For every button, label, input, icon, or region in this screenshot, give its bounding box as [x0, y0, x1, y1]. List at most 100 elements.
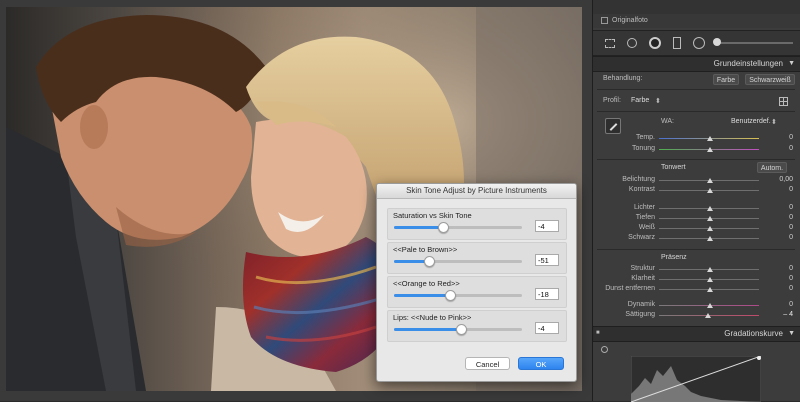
slider-fill [394, 294, 451, 297]
klarheit-value[interactable]: 0 [789, 275, 793, 282]
redeye-icon[interactable] [649, 37, 661, 49]
tonung-value[interactable]: 0 [789, 145, 793, 152]
slider-label: Lips: <<Nude to Pink>> [393, 313, 472, 322]
belichtung-label: Belichtung [622, 176, 655, 183]
slider-value-input[interactable]: -51 [535, 254, 559, 266]
saettigung-slider-knob[interactable] [705, 313, 711, 318]
dropdown-arrow-icon[interactable]: ⬍ [771, 118, 777, 126]
slider-group-orange-red: <<Orange to Red>> -18 [387, 276, 567, 308]
dynamik-slider-knob[interactable] [707, 303, 713, 308]
tonung-label: Tonung [632, 145, 655, 152]
dialog-title: Skin Tone Adjust by Picture Instruments [406, 186, 547, 195]
radial-filter-icon[interactable] [693, 37, 705, 49]
slider-value-input[interactable]: -4 [535, 322, 559, 334]
struktur-value[interactable]: 0 [789, 265, 793, 272]
wa-label: WA: [661, 118, 674, 125]
temp-label: Temp. [635, 134, 655, 141]
weiss-slider-knob[interactable] [707, 226, 713, 231]
collapse-triangle-icon[interactable]: ▼ [788, 330, 795, 337]
dunst-value[interactable]: 0 [789, 285, 793, 292]
slider-fill [394, 328, 461, 331]
histogram-strip [593, 0, 800, 15]
profil-value-dropdown[interactable]: Farbe [631, 97, 649, 104]
dunst-slider-knob[interactable] [707, 287, 713, 292]
divider [597, 249, 795, 250]
gradationskurve-header[interactable]: ■ Gradationskurve ▼ [593, 326, 800, 342]
skin-tone-dialog: Skin Tone Adjust by Picture Instruments … [376, 183, 577, 382]
klarheit-label: Klarheit [631, 275, 655, 282]
tonwert-label: Tonwert [661, 164, 686, 171]
wa-value-dropdown[interactable]: Benutzerdef. [731, 118, 771, 125]
eyedropper-icon[interactable] [605, 118, 621, 134]
struktur-slider-knob[interactable] [707, 267, 713, 272]
slider-knob[interactable] [445, 290, 457, 301]
weiss-value[interactable]: 0 [789, 224, 793, 231]
tonung-slider-knob[interactable] [707, 147, 713, 152]
schwarz-value[interactable]: 0 [789, 234, 793, 241]
grundeinstellungen-header[interactable]: Grundeinstellungen ▼ [593, 56, 800, 72]
dynamik-value[interactable]: 0 [789, 301, 793, 308]
dialog-titlebar[interactable]: Skin Tone Adjust by Picture Instruments [377, 184, 576, 199]
slider-knob[interactable] [423, 256, 435, 267]
grundeinstellungen-title: Grundeinstellungen [713, 59, 783, 68]
slider-fill [394, 226, 443, 229]
spot-removal-icon[interactable] [627, 38, 637, 48]
behandlung-farbe-button[interactable]: Farbe [713, 74, 739, 85]
behandlung-sw-button[interactable]: Schwarzweiß [745, 74, 795, 85]
cancel-button[interactable]: Cancel [465, 357, 510, 370]
kontrast-slider-knob[interactable] [707, 188, 713, 193]
slider-group-saturation: Saturation vs Skin Tone -4 [387, 208, 567, 240]
dunst-label: Dunst entfernen [605, 285, 655, 292]
ok-button[interactable]: OK [518, 357, 564, 370]
slider-value-input[interactable]: -18 [535, 288, 559, 300]
divider [597, 159, 795, 160]
praesenz-label: Präsenz [661, 254, 687, 261]
slider-group-pale-brown: <<Pale to Brown>> -51 [387, 242, 567, 274]
slider-knob[interactable] [437, 222, 449, 233]
schwarz-slider-knob[interactable] [707, 236, 713, 241]
app-window: Originalfoto Grundeinstellungen ▼ Behand… [0, 0, 800, 402]
graduated-filter-icon[interactable] [673, 37, 681, 49]
slider-knob[interactable] [455, 324, 467, 335]
slider-group-lips: Lips: <<Nude to Pink>> -4 [387, 310, 567, 342]
tool-strip [593, 30, 800, 56]
schwarz-label: Schwarz [628, 234, 655, 241]
collapse-triangle-icon[interactable]: ▼ [788, 60, 795, 67]
tiefen-value[interactable]: 0 [789, 214, 793, 221]
tone-curve-graph[interactable] [631, 356, 761, 402]
divider [597, 89, 795, 90]
brush-size-track[interactable] [715, 42, 793, 44]
belichtung-value[interactable]: 0,00 [779, 176, 793, 183]
lichter-value[interactable]: 0 [789, 204, 793, 211]
lichter-label: Lichter [633, 204, 655, 211]
temp-slider-knob[interactable] [707, 136, 713, 141]
profil-row: Profil: Farbe ⬍ [593, 94, 800, 108]
crop-tool-icon[interactable] [605, 39, 615, 48]
target-adjust-icon[interactable] [601, 346, 608, 353]
temp-value[interactable]: 0 [789, 134, 793, 141]
dropdown-arrow-icon[interactable]: ⬍ [655, 97, 661, 105]
profile-grid-icon[interactable] [779, 97, 788, 106]
lichter-slider-knob[interactable] [707, 206, 713, 211]
struktur-label: Struktur [630, 265, 655, 272]
curve-area [593, 342, 800, 402]
tonwert-section: Tonwert Autom. Belichtung 0,00 Kontrast … [593, 161, 800, 251]
praesenz-section: Präsenz Struktur 0 Klarheit 0 Dunst entf… [593, 252, 800, 324]
behandlung-label: Behandlung: [603, 75, 643, 82]
original-checkbox-icon[interactable] [601, 17, 608, 24]
slider-label: <<Orange to Red>> [393, 279, 460, 288]
tiefen-slider-knob[interactable] [707, 216, 713, 221]
klarheit-slider-knob[interactable] [707, 277, 713, 282]
brush-icon[interactable] [713, 38, 721, 46]
belichtung-slider-knob[interactable] [707, 178, 713, 183]
autom-button[interactable]: Autom. [757, 162, 787, 173]
original-row: Originalfoto [593, 14, 800, 28]
slider-value-input[interactable]: -4 [535, 220, 559, 232]
kontrast-value[interactable]: 0 [789, 186, 793, 193]
saettigung-label: Sättigung [625, 311, 655, 318]
saettigung-value[interactable]: – 4 [783, 311, 793, 318]
originalfoto-label: Originalfoto [612, 17, 648, 24]
behandlung-row: Behandlung: Farbe Schwarzweiß [593, 72, 800, 86]
kontrast-label: Kontrast [628, 186, 655, 193]
slider-label: Saturation vs Skin Tone [393, 211, 472, 220]
